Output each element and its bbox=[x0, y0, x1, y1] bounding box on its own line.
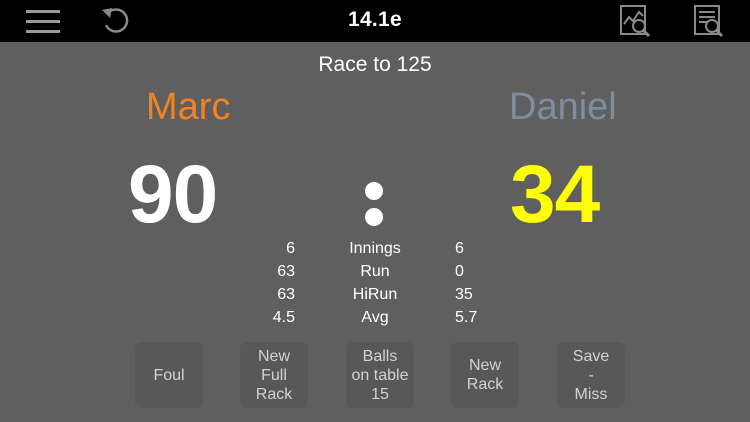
foul-button[interactable]: Foul bbox=[136, 343, 202, 407]
stat-labels: Innings Run HiRun Avg bbox=[335, 237, 415, 329]
player2-name[interactable]: Daniel bbox=[509, 86, 617, 129]
player2-avg: 5.7 bbox=[455, 309, 478, 326]
save-miss-button[interactable]: Save - Miss bbox=[558, 343, 624, 407]
race-target-label: Race to 125 bbox=[318, 53, 432, 76]
chart-icon[interactable] bbox=[617, 4, 653, 38]
innings-label: Innings bbox=[349, 240, 401, 257]
score-separator bbox=[363, 182, 385, 228]
avg-label: Avg bbox=[361, 309, 389, 326]
player1-name[interactable]: Marc bbox=[146, 86, 230, 129]
player2-stats: 6 0 35 5.7 bbox=[455, 237, 515, 329]
player2-run: 0 bbox=[455, 263, 464, 280]
hirun-label: HiRun bbox=[352, 286, 398, 303]
new-full-rack-button[interactable]: New Full Rack bbox=[241, 343, 307, 407]
balls-on-table-button[interactable]: Balls on table 15 bbox=[347, 343, 413, 407]
player1-hirun: 63 bbox=[277, 286, 295, 303]
new-rack-button[interactable]: New Rack bbox=[452, 343, 518, 407]
top-bar: 14.1e bbox=[0, 0, 750, 42]
player2-hirun: 35 bbox=[455, 286, 473, 303]
player2-score: 34 bbox=[510, 149, 600, 240]
player1-run: 63 bbox=[277, 263, 295, 280]
player1-score: 90 bbox=[128, 149, 218, 240]
player1-stats: 6 63 63 4.5 bbox=[235, 237, 295, 329]
player2-innings: 6 bbox=[455, 240, 464, 257]
run-label: Run bbox=[360, 263, 390, 280]
report-icon[interactable] bbox=[690, 4, 726, 38]
player1-avg: 4.5 bbox=[272, 309, 295, 326]
player1-innings: 6 bbox=[286, 240, 295, 257]
